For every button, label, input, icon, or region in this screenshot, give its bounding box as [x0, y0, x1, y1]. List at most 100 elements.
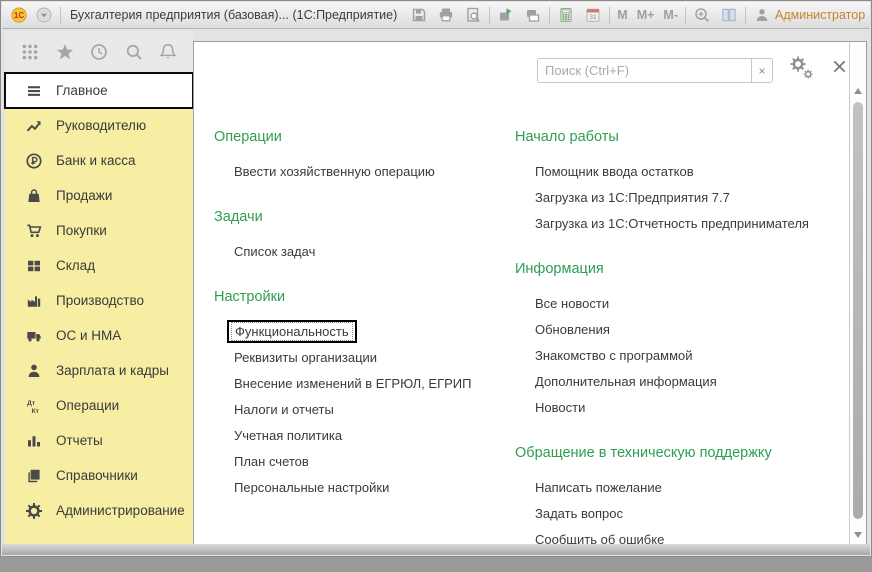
separator — [60, 7, 61, 24]
search-icon[interactable] — [125, 43, 143, 61]
print-preview-button[interactable] — [464, 6, 482, 24]
scrollbar-thumb[interactable] — [853, 102, 863, 519]
history-icon[interactable] — [90, 43, 108, 61]
clear-x-icon[interactable]: × — [751, 59, 772, 82]
link-row: Помощник ввода остатков — [515, 159, 845, 185]
command-link[interactable]: Написать пожелание — [535, 480, 662, 495]
section-header: Настройки — [214, 284, 514, 310]
user-icon — [753, 6, 771, 24]
section-header: Задачи — [214, 204, 514, 230]
svg-text:Кт: Кт — [32, 408, 40, 414]
sidebar-item-administrirovanie[interactable]: Администрирование — [5, 493, 193, 528]
notifications-bell-icon[interactable] — [159, 43, 177, 61]
sidebar: Главное Руководителю Банк и касса Продажи По… — [5, 73, 193, 546]
sidebar-item-label: Производство — [56, 293, 144, 308]
link-row: Новости — [515, 395, 845, 421]
titlebar: 1С Бухгалтерия предприятия (базовая)... … — [2, 2, 870, 29]
sidebar-item-zarplata-i-kadry[interactable]: Зарплата и кадры — [5, 353, 193, 388]
command-link[interactable]: Налоги и отчеты — [234, 402, 334, 417]
window-bottom-border — [2, 544, 870, 555]
content-column-right: Начало работыПомощник ввода остатковЗагр… — [515, 124, 845, 572]
titlebar-toolbar: 31MM+M-Администраторi — [410, 6, 872, 24]
link-row: Персональные настройки — [214, 475, 514, 501]
section-header: Обращение в техническую поддержку — [515, 440, 845, 466]
command-link[interactable]: План счетов — [234, 454, 309, 469]
close-x-icon[interactable] — [832, 59, 850, 77]
link-row: Загрузка из 1С:Отчетность предпринимател… — [515, 211, 845, 237]
command-link[interactable]: Знакомство с программой — [535, 348, 693, 363]
print-preview-icon — [464, 6, 482, 24]
vertical-scrollbar[interactable] — [849, 42, 866, 545]
link-row: Налоги и отчеты — [214, 397, 514, 423]
command-link[interactable]: Загрузка из 1С:Предприятия 7.7 — [535, 190, 730, 205]
apps-grid-icon[interactable] — [21, 43, 39, 61]
link-row: Функциональность — [214, 319, 514, 345]
sidebar-item-label: Главное — [56, 83, 108, 98]
sidebar-item-glavnoe[interactable]: Главное — [5, 73, 193, 108]
zoom-button[interactable] — [693, 6, 711, 24]
sidebar-item-prodazhi[interactable]: Продажи — [5, 178, 193, 213]
command-link[interactable]: Дополнительная информация — [535, 374, 717, 389]
split-view-icon — [720, 6, 738, 24]
command-link[interactable]: Новости — [535, 400, 585, 415]
toolbar-button-M+[interactable]: M+ — [637, 8, 655, 22]
user-button[interactable]: Администратор — [753, 6, 865, 24]
sidebar-item-otchety[interactable]: Отчеты — [5, 423, 193, 458]
print-copy-button[interactable] — [524, 6, 542, 24]
section-header: Операции — [214, 124, 514, 150]
content-section: Настройки Функциональность Реквизиты орган… — [214, 284, 514, 501]
link-row: Ввести хозяйственную операцию — [214, 159, 514, 185]
toolbar-button-M-[interactable]: M- — [663, 8, 678, 22]
command-link[interactable]: Задать вопрос — [535, 506, 623, 521]
print-button[interactable] — [437, 6, 455, 24]
window-title: Бухгалтерия предприятия (базовая)... (1С… — [70, 8, 397, 22]
sidebar-item-os-i-nma[interactable]: ОС и НМА — [5, 318, 193, 353]
send-doc-button[interactable] — [497, 6, 515, 24]
settings-gears-icon[interactable] — [790, 56, 816, 82]
command-link[interactable]: Внесение изменений в ЕГРЮЛ, ЕГРИП — [234, 376, 471, 391]
command-link[interactable]: Персональные настройки — [234, 480, 389, 495]
command-link[interactable]: Помощник ввода остатков — [535, 164, 694, 179]
calculator-button[interactable] — [557, 6, 575, 24]
separator — [745, 7, 746, 24]
send-doc-icon — [497, 6, 515, 24]
command-link[interactable]: Все новости — [535, 296, 609, 311]
save-button[interactable] — [410, 6, 428, 24]
1c-logo-icon: 1С — [10, 6, 28, 24]
toolbar-button-M[interactable]: M — [617, 8, 627, 22]
calendar-button[interactable]: 31 — [584, 6, 602, 24]
factory-icon — [25, 292, 43, 310]
search-group: × — [537, 58, 773, 83]
sidebar-item-operacii[interactable]: ДтКтОперации — [5, 388, 193, 423]
trend-icon — [25, 117, 43, 135]
split-view-button[interactable] — [720, 6, 738, 24]
toolbar-group: Администратор — [753, 6, 865, 24]
sidebar-item-label: ОС и НМА — [56, 328, 121, 343]
scroll-up-arrow-icon[interactable] — [854, 88, 862, 94]
app-menu-dropdown-icon[interactable] — [35, 6, 53, 24]
separator — [685, 7, 686, 24]
command-link[interactable]: Ввести хозяйственную операцию — [234, 164, 435, 179]
sidebar-item-label: Руководителю — [56, 118, 146, 133]
search-input[interactable] — [538, 59, 751, 82]
content-section: Задачи Список задач — [214, 204, 514, 265]
scroll-down-arrow-icon[interactable] — [854, 532, 862, 538]
favorites-star-icon[interactable] — [56, 43, 74, 61]
sidebar-item-spravochniki[interactable]: Справочники — [5, 458, 193, 493]
toolbar-group — [497, 6, 542, 24]
focused-command-link[interactable]: Функциональность — [227, 320, 357, 343]
sidebar-item-bank-i-kassa[interactable]: Банк и касса — [5, 143, 193, 178]
link-row: Дополнительная информация — [515, 369, 845, 395]
sidebar-item-sklad[interactable]: Склад — [5, 248, 193, 283]
sidebar-item-rukovoditelyu[interactable]: Руководителю — [5, 108, 193, 143]
sidebar-item-proizvodstvo[interactable]: Производство — [5, 283, 193, 318]
command-link[interactable]: Реквизиты организации — [234, 350, 377, 365]
command-link[interactable]: Учетная политика — [234, 428, 342, 443]
sidebar-item-pokupki[interactable]: Покупки — [5, 213, 193, 248]
sidebar-item-label: Операции — [56, 398, 119, 413]
sidebar-item-label: Продажи — [56, 188, 112, 203]
command-link[interactable]: Список задач — [234, 244, 315, 259]
zoom-icon — [693, 6, 711, 24]
command-link[interactable]: Загрузка из 1С:Отчетность предпринимател… — [535, 216, 809, 231]
command-link[interactable]: Обновления — [535, 322, 610, 337]
